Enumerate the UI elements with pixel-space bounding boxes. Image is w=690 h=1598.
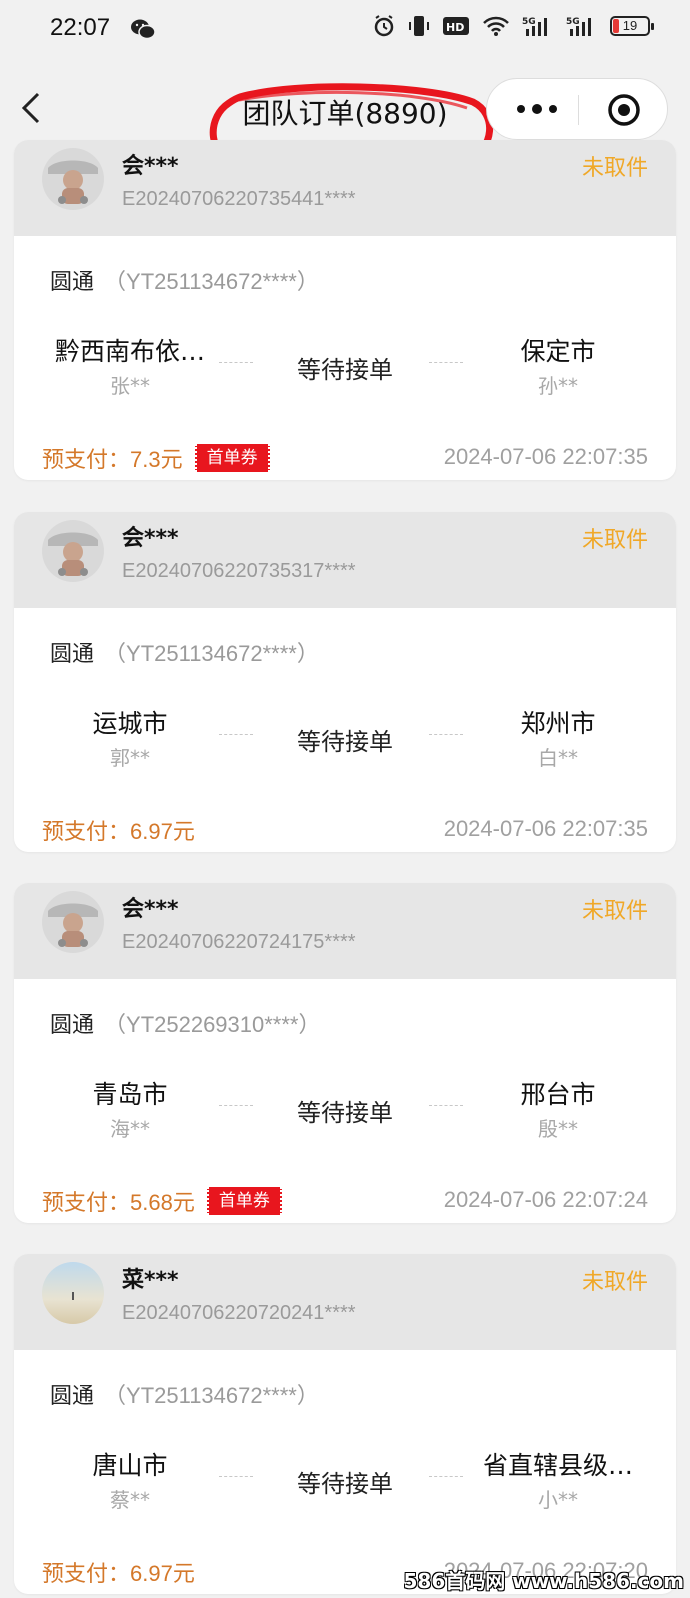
battery-icon: 19 — [610, 16, 654, 36]
status-time: 22:07 — [50, 14, 111, 41]
receiver-name: 殷** — [538, 1117, 578, 1141]
avatar — [42, 1262, 104, 1324]
courier-line: 圆通 （YT252269310****） — [50, 1007, 321, 1039]
alarm-icon — [374, 15, 394, 37]
receiver-block: 省直辖县级… 小** — [468, 1446, 648, 1513]
svg-text:5G: 5G — [522, 17, 536, 27]
prepay-amount: 5.68元 — [130, 1190, 195, 1215]
order-status: 未取件 — [581, 1270, 648, 1295]
svg-text:HD: HD — [446, 21, 464, 34]
avatar — [42, 520, 104, 582]
order-time: 2024-07-06 22:07:24 — [443, 1187, 648, 1212]
avatar — [42, 148, 104, 210]
user-name: 会*** — [122, 526, 179, 551]
prepay-label: 预支付： — [42, 820, 131, 845]
courier-name: 圆通 — [50, 642, 95, 667]
prepay-line: 预支付： 5.68元 首单券 — [42, 1185, 282, 1217]
order-card[interactable]: 会*** E20240706220735317**** 未取件圆通 （YT251134… — [14, 512, 676, 852]
order-card[interactable]: 会*** E20240706220735441**** 未取件圆通 （YT251134… — [14, 140, 676, 480]
receiver-block: 保定市孙** — [468, 332, 648, 399]
wechat-icon — [131, 19, 156, 40]
prepay-amount: 6.97元 — [130, 1561, 195, 1586]
courier-line: 圆通 （YT251134672****） — [50, 1378, 319, 1410]
miniprogram-capsule — [486, 78, 668, 140]
wifi-icon — [483, 16, 509, 36]
prepay-amount: 6.97元 — [130, 819, 195, 844]
user-name: 会*** — [122, 897, 179, 922]
receiver-block: 邢台市殷** — [468, 1075, 648, 1142]
order-status: 未取件 — [581, 899, 648, 924]
receiver-city: 郑州市 — [520, 709, 596, 738]
first-order-coupon-badge: 首单券 — [194, 444, 270, 472]
receiver-name: 孙** — [538, 374, 578, 398]
svg-text:5G: 5G — [566, 17, 580, 27]
prepay-amount: 7.3元 — [130, 447, 183, 472]
user-name: 会*** — [122, 154, 179, 179]
waybill-number: （YT251134672****） — [104, 1383, 319, 1408]
prepay-label: 预支付： — [42, 1562, 131, 1587]
order-number: E20240706220735441**** — [122, 188, 356, 210]
order-card-header: 会*** E20240706220735441**** 未取件 — [14, 140, 676, 236]
order-number: E20240706220720241**** — [122, 1302, 356, 1324]
courier-name: 圆通 — [50, 1384, 95, 1409]
courier-line: 圆通 （YT251134672****） — [50, 264, 319, 296]
order-card[interactable]: 会*** E20240706220724175**** 未取件圆通 （YT252269… — [14, 883, 676, 1223]
order-time: 2024-07-06 22:07:35 — [443, 444, 648, 469]
receiver-city: 省直辖县级… — [482, 1451, 633, 1480]
route-divider — [429, 1476, 463, 1477]
signal-5g-icon: 5G — [522, 17, 547, 36]
close-miniprogram-icon[interactable] — [607, 93, 641, 127]
order-status: 未取件 — [581, 528, 648, 553]
avatar — [42, 891, 104, 953]
prepay-line: 预支付： 6.97元 — [42, 814, 195, 846]
prepay-line: 预支付： 7.3元 首单券 — [42, 442, 270, 474]
order-number: E20240706220724175**** — [122, 931, 356, 953]
courier-name: 圆通 — [50, 1013, 95, 1038]
prepay-line: 预支付： 6.97元 — [42, 1556, 195, 1588]
hd-icon: HD — [443, 17, 469, 35]
waybill-number: （YT251134672****） — [104, 641, 319, 666]
nav-bar: 团队订单(8890) — [0, 60, 690, 178]
more-icon[interactable] — [515, 101, 559, 117]
order-number: E20240706220735317**** — [122, 560, 356, 582]
order-card-header: 会*** E20240706220724175**** 未取件 — [14, 883, 676, 979]
route-divider — [429, 362, 463, 363]
order-status: 未取件 — [581, 156, 648, 181]
status-bar: 22:07 HD 5G 5G 19 — [0, 0, 690, 60]
vibrate-icon — [409, 16, 429, 36]
receiver-city: 保定市 — [520, 337, 596, 366]
receiver-name: 小** — [538, 1488, 578, 1512]
waybill-number: （YT252269310****） — [104, 1012, 321, 1037]
route-divider — [429, 1105, 463, 1106]
order-card-header: 会*** E20240706220735317**** 未取件 — [14, 512, 676, 608]
courier-name: 圆通 — [50, 270, 95, 295]
waybill-number: （YT251134672****） — [104, 269, 319, 294]
order-time: 2024-07-06 22:07:35 — [443, 816, 648, 841]
receiver-city: 邢台市 — [520, 1080, 596, 1109]
receiver-name: 白** — [538, 746, 578, 770]
route-divider — [429, 734, 463, 735]
prepay-label: 预支付： — [42, 448, 131, 473]
order-card-header: 菜*** E20240706220720241**** 未取件 — [14, 1254, 676, 1350]
courier-line: 圆通 （YT251134672****） — [50, 636, 319, 668]
order-card[interactable]: 菜*** E20240706220720241**** 未取件圆通 （YT251134… — [14, 1254, 676, 1594]
prepay-label: 预支付： — [42, 1191, 131, 1216]
receiver-block: 郑州市白** — [468, 704, 648, 771]
user-name: 菜*** — [122, 1268, 179, 1293]
first-order-coupon-badge: 首单券 — [206, 1187, 282, 1215]
watermark: 586首码网 www.h586.com — [403, 1569, 684, 1593]
signal-5g-icon-2: 5G — [566, 17, 591, 36]
